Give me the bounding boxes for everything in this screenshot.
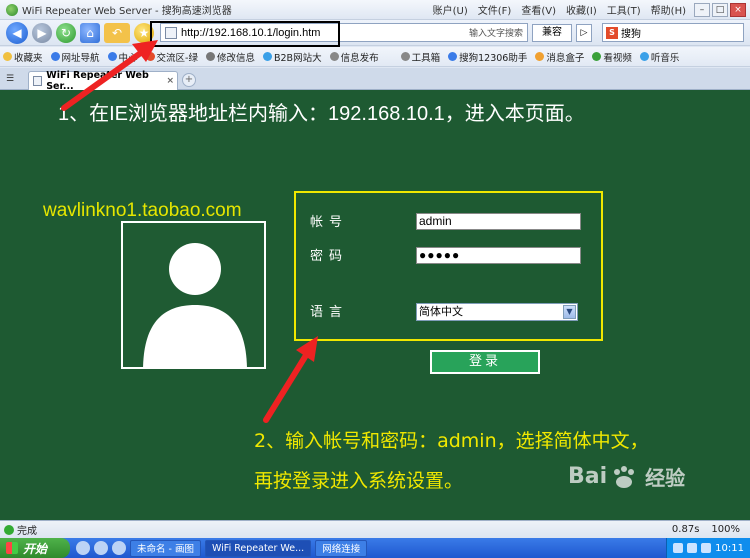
fav-item[interactable]: 工具箱 (398, 50, 444, 64)
password-label: 密码 (310, 249, 349, 264)
menu-file[interactable]: 文件(F) (478, 2, 512, 17)
edit-icon (205, 52, 215, 61)
toolbox-icon (400, 52, 410, 61)
window-title: WiFi Repeater Web Server - 搜狗高速浏览器 (22, 6, 232, 17)
menu-help[interactable]: 帮助(H) (651, 2, 686, 17)
tab-wifi-repeater[interactable]: WiFi Repeater Web Ser... × (28, 70, 178, 92)
train-icon (448, 52, 458, 61)
forum-icon (145, 52, 155, 61)
quick-launch (76, 541, 126, 555)
zoom-level[interactable]: 100% (711, 524, 740, 535)
browser-icon[interactable] (94, 541, 108, 555)
fav-item[interactable]: 中心 (105, 50, 141, 64)
maximize-button[interactable]: □ (712, 2, 728, 17)
page-content: 1、在IE浏览器地址栏内输入：192.168.10.1，进入本页面。 wavli… (0, 90, 750, 520)
load-speed: 0.87s (671, 524, 700, 535)
favorites-bar: 收藏夹 网址导航 中心 交流区-绿 修改信息 B2B网站大 信息发布 工具箱 搜… (0, 47, 750, 67)
menu-view[interactable]: 查看(V) (521, 2, 556, 17)
system-tray: 10:11 (666, 538, 750, 558)
fav-item[interactable]: 收藏夹 (0, 50, 46, 64)
menu-favorites[interactable]: 收藏(I) (566, 2, 597, 17)
message-icon (535, 52, 545, 61)
fav-item[interactable]: 网址导航 (48, 50, 103, 64)
search-engine-label: 搜狗 (621, 29, 641, 40)
fav-item[interactable]: 搜狗12306助手 (445, 50, 530, 64)
task-browser[interactable]: WiFi Repeater We... (204, 539, 312, 557)
b2b-icon (263, 52, 272, 61)
fav-item[interactable]: 消息盒子 (532, 50, 587, 64)
baidu-jingyan-watermark: Bai 经验 (568, 462, 685, 491)
instruction-step1: 1、在IE浏览器地址栏内输入：192.168.10.1，进入本页面。 (58, 103, 585, 125)
login-form: 帐号 admin 密码 ●●●●● 语言 简体中文 ▼ (294, 191, 603, 341)
menu-account[interactable]: 账户(U) (433, 2, 468, 17)
folder-icon (329, 52, 339, 61)
watermark-brand: 经验 (645, 466, 686, 490)
refresh-button[interactable]: ↻ (56, 22, 76, 43)
start-button[interactable]: 开始 (0, 538, 70, 558)
browser-logo-icon (6, 3, 18, 16)
fav-item[interactable]: 修改信息 (203, 50, 258, 64)
address-hint: 输入文字搜索 (468, 29, 523, 39)
tab-bar: ☰ WiFi Repeater Web Ser... × + (0, 68, 750, 92)
shop-url-text: wavlinkno1.taobao.com (43, 200, 242, 221)
language-label: 语言 (310, 305, 349, 320)
star-icon (3, 52, 12, 61)
username-label: 帐号 (310, 215, 349, 230)
task-paint[interactable]: 未命名 - 画图 (130, 539, 201, 557)
new-tab-button[interactable]: + (182, 73, 196, 87)
instruction-step2-line1: 2、输入帐号和密码：admin，选择简体中文， (254, 430, 649, 452)
fav-item[interactable]: 交流区-绿 (143, 50, 201, 64)
globe-icon (107, 52, 117, 61)
language-select[interactable]: 简体中文 ▼ (416, 303, 578, 321)
tab-close-icon[interactable]: × (166, 76, 174, 86)
password-input[interactable]: ●●●●● (416, 247, 581, 264)
globe-icon (50, 52, 60, 61)
security-icon[interactable] (701, 543, 712, 553)
chevron-down-icon[interactable]: ▼ (563, 305, 576, 319)
page-icon (33, 76, 43, 86)
url-highlight-box (150, 21, 340, 47)
instruction-step2-line2: 再按登录进入系统设置。 (254, 470, 464, 492)
sogou-search-icon: S (606, 26, 618, 39)
music-icon (639, 52, 649, 61)
windows-flag-icon (6, 542, 18, 554)
back-button[interactable]: ◀ (6, 21, 28, 44)
user-silhouette-icon (143, 243, 247, 367)
go-button[interactable]: ▷ (576, 24, 592, 42)
login-button[interactable]: 登录 (430, 350, 540, 374)
done-icon (4, 524, 14, 535)
tab-list-icon[interactable]: ☰ (6, 74, 14, 84)
arrow-to-login-panel (263, 336, 318, 423)
video-icon (592, 52, 602, 61)
taskbar: 开始 未命名 - 画图 WiFi Repeater We... 网络连接 10:… (0, 538, 750, 558)
home-button[interactable]: ⌂ (80, 22, 100, 43)
watermark-text: Bai (568, 464, 608, 489)
menu-bar: 账户(U) 文件(F) 查看(V) 收藏(I) 工具(T) 帮助(H) (433, 2, 686, 17)
status-bar: 完成 0.87s 100% (0, 520, 750, 538)
undo-close-button[interactable]: ↶ (104, 22, 130, 43)
minimize-button[interactable]: – (694, 2, 710, 17)
tab-label: WiFi Repeater Web Ser... (46, 70, 149, 92)
volume-icon[interactable] (687, 543, 698, 553)
username-input[interactable]: admin (416, 213, 581, 230)
task-network[interactable]: 网络连接 (315, 539, 368, 557)
avatar (121, 221, 266, 369)
fav-item[interactable]: 看视频 (589, 50, 635, 64)
fav-item[interactable]: 听音乐 (637, 50, 683, 64)
menu-tools[interactable]: 工具(T) (607, 2, 641, 17)
title-bar: WiFi Repeater Web Server - 搜狗高速浏览器 账户(U)… (0, 0, 750, 20)
sogou-icon[interactable] (112, 541, 126, 555)
compat-mode-button[interactable]: 兼容 (532, 24, 572, 42)
forward-button[interactable]: ▶ (32, 22, 52, 43)
search-input[interactable]: S 搜狗 (602, 23, 744, 42)
language-selected: 简体中文 (419, 305, 463, 318)
ie-icon[interactable] (76, 541, 90, 555)
status-text: 完成 (17, 526, 37, 537)
network-icon[interactable] (673, 543, 684, 553)
baidu-paw-icon (614, 465, 635, 488)
clock: 10:11 (715, 542, 744, 554)
close-button[interactable]: × (730, 2, 746, 17)
fav-item[interactable]: 信息发布 (327, 50, 382, 64)
fav-item[interactable]: B2B网站大 (260, 50, 325, 64)
